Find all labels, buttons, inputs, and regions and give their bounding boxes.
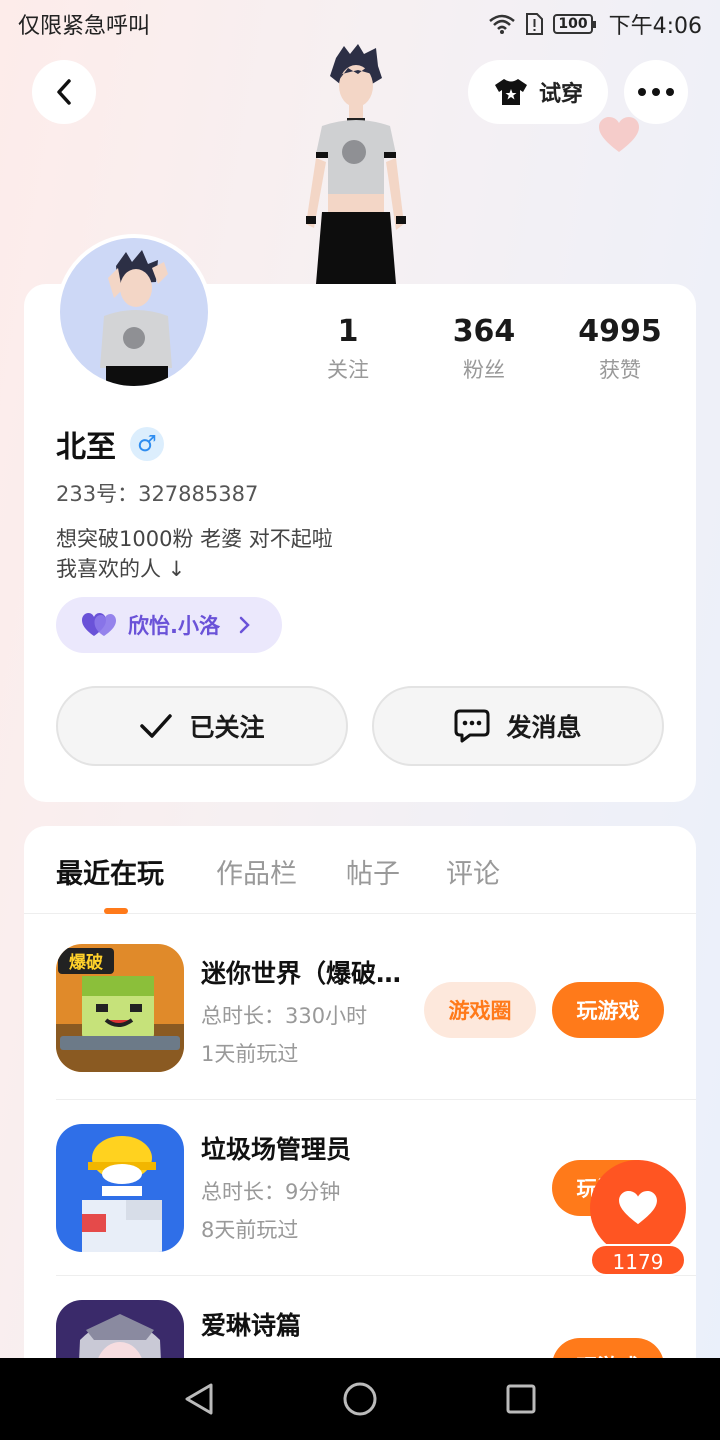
status-time: 下午4:06: [608, 14, 702, 39]
active-tab-indicator: [104, 908, 128, 914]
status-indicators: 100 下午4:06: [489, 8, 702, 40]
following-count: 1: [337, 314, 359, 349]
tab-comments[interactable]: 评论: [446, 852, 500, 891]
fans-count: 364: [452, 314, 516, 349]
send-message-label: 发消息: [506, 713, 582, 742]
game-duration: 总时长：330小时: [201, 1004, 368, 1028]
game-title: 迷你世界（爆破版）: [201, 959, 411, 988]
likes-count: 4995: [578, 314, 662, 349]
more-dots-icon: [638, 88, 674, 96]
like-count: 1179: [590, 1244, 686, 1276]
partner-tag-label: 欣怡.小洛: [128, 614, 220, 638]
game-last-played: 8天前玩过: [201, 1218, 299, 1242]
stat-likes[interactable]: 4995 获赞: [560, 312, 680, 384]
game-title: 垃圾场管理员: [201, 1135, 352, 1164]
game-title: 爱琳诗篇: [201, 1311, 302, 1340]
sim-alert-icon: [526, 13, 544, 35]
partner-tag-button[interactable]: 欣怡.小洛: [56, 597, 282, 653]
user-id[interactable]: 233号：327885387: [56, 478, 258, 508]
tab-works[interactable]: 作品栏: [216, 852, 297, 891]
game-last-played: 1天前玩过: [201, 1042, 299, 1066]
bio-line-1: 想突破1000粉 老婆 对不起啦: [56, 527, 333, 551]
followed-label: 已关注: [189, 713, 265, 742]
send-message-button[interactable]: 发消息: [372, 686, 664, 766]
game-duration: 总时长：9分钟: [201, 1180, 341, 1204]
content-card: 最近在玩 作品栏 帖子 评论 爆破 迷你世界（爆破版） 总时长：330小时 1天…: [24, 826, 696, 1440]
status-left-text: 仅限紧急呼叫: [18, 14, 151, 39]
fans-label: 粉丝: [463, 358, 505, 382]
like-button[interactable]: [590, 1160, 686, 1256]
checkmark-icon: [140, 714, 173, 738]
stat-fans[interactable]: 364 粉丝: [424, 312, 544, 384]
try-on-button[interactable]: 试穿: [468, 60, 608, 124]
following-label: 关注: [327, 358, 369, 382]
chevron-left-icon: [57, 79, 71, 105]
user-name: 北至: [56, 430, 116, 465]
tshirt-icon: [494, 79, 527, 105]
tab-recently-played[interactable]: 最近在玩: [56, 852, 164, 891]
tab-posts[interactable]: 帖子: [346, 852, 400, 891]
bio-line-2: 我喜欢的人 ↓: [56, 557, 186, 581]
stat-following[interactable]: 1 关注: [288, 312, 408, 384]
double-heart-icon: [82, 613, 116, 636]
game-icon-junkyard: [56, 1124, 184, 1252]
avatar-portrait-image: [100, 250, 172, 386]
like-widget[interactable]: 1179: [588, 1160, 688, 1278]
status-bar: 仅限紧急呼叫 100 下午4:06: [0, 0, 720, 48]
more-button[interactable]: [624, 60, 688, 124]
user-bio: 想突破1000粉 老婆 对不起啦 我喜欢的人 ↓: [56, 524, 333, 584]
tab-bar: 最近在玩 作品栏 帖子 评论: [24, 826, 696, 914]
chat-bubble-icon: [454, 709, 490, 743]
recents-square-icon[interactable]: [505, 1383, 537, 1415]
heart-decoration-icon: [599, 117, 639, 152]
home-circle-icon[interactable]: [342, 1381, 378, 1417]
likes-label: 获赞: [599, 358, 641, 382]
wifi-icon: [489, 14, 516, 34]
back-button[interactable]: [32, 60, 96, 124]
play-game-button[interactable]: 玩游戏: [552, 982, 664, 1038]
game-icon-mini-world: 爆破: [56, 944, 184, 1072]
profile-avatar[interactable]: [56, 234, 212, 390]
heart-icon: [619, 1190, 657, 1225]
followed-button[interactable]: 已关注: [56, 686, 348, 766]
game-list-item[interactable]: 爆破 迷你世界（爆破版） 总时长：330小时 1天前玩过 游戏圈 玩游戏: [56, 924, 696, 1100]
name-row: 北至 ♂: [56, 422, 164, 466]
game-circle-button[interactable]: 游戏圈: [424, 982, 536, 1038]
chevron-right-icon: [239, 616, 250, 634]
battery-icon: 100: [553, 14, 596, 34]
system-nav-bar: [0, 1358, 720, 1440]
back-triangle-icon[interactable]: [183, 1382, 215, 1416]
male-gender-icon: ♂: [130, 427, 164, 461]
try-on-label: 试穿: [538, 82, 583, 107]
avatar-3d-figure[interactable]: [292, 44, 420, 284]
game-icon-badge: 爆破: [69, 952, 103, 973]
